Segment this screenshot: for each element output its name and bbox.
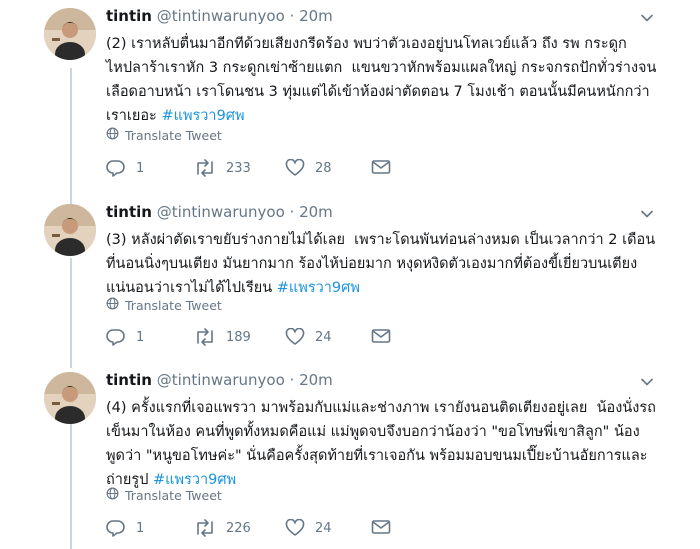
like-button[interactable]: 24: [285, 519, 332, 537]
separator-dot: ·: [289, 203, 295, 221]
tweet[interactable]: tintin @tintinwarunyoo · 20m (3) หลังผ่า…: [0, 196, 700, 366]
tweet-header: tintin @tintinwarunyoo · 20m: [106, 203, 333, 221]
globe-icon: [106, 297, 119, 313]
avatar[interactable]: [44, 8, 96, 60]
like-count: 28: [315, 160, 332, 176]
like-button[interactable]: 24: [285, 328, 332, 346]
avatar[interactable]: [44, 372, 96, 424]
retweet-button[interactable]: 233: [194, 159, 251, 177]
tweet-timestamp[interactable]: 20m: [299, 203, 333, 221]
like-count: 24: [315, 520, 332, 536]
reply-count: 1: [136, 160, 145, 176]
retweet-icon: [194, 519, 216, 537]
author-handle[interactable]: @tintinwarunyoo: [157, 371, 285, 389]
hashtag-link[interactable]: #แพรวา9ศพ: [153, 472, 236, 488]
hashtag-link[interactable]: #แพรวา9ศพ: [277, 280, 360, 296]
reply-button[interactable]: 1: [106, 328, 144, 346]
tweet-timestamp[interactable]: 20m: [299, 371, 333, 389]
reply-icon: [106, 328, 126, 346]
tweet-text: (2) เราหลับตื่นมาอีกทีด้วยเสียงกรีดร้อง …: [106, 32, 666, 128]
globe-icon: [106, 487, 119, 503]
tweet-text: (3) หลังผ่าตัดเราขยับร่างกายไม่ได้เลย เพ…: [106, 228, 666, 300]
chevron-down-icon[interactable]: [640, 206, 654, 220]
direct-message-button[interactable]: [371, 328, 391, 344]
retweet-count: 233: [226, 160, 251, 176]
author-name[interactable]: tintin: [106, 203, 152, 221]
tweet-header: tintin @tintinwarunyoo · 20m: [106, 371, 333, 389]
tweet[interactable]: tintin @tintinwarunyoo · 20m (4) ครั้งแร…: [0, 364, 700, 549]
reply-icon: [106, 519, 126, 537]
envelope-icon: [371, 328, 391, 344]
like-count: 24: [315, 329, 332, 345]
direct-message-button[interactable]: [371, 519, 391, 535]
heart-icon: [285, 519, 305, 537]
chevron-down-icon[interactable]: [640, 10, 654, 24]
avatar[interactable]: [44, 204, 96, 256]
author-name[interactable]: tintin: [106, 7, 152, 25]
author-handle[interactable]: @tintinwarunyoo: [157, 7, 285, 25]
retweet-count: 226: [226, 520, 251, 536]
tweet-header: tintin @tintinwarunyoo · 20m: [106, 7, 333, 25]
like-button[interactable]: 28: [285, 159, 332, 177]
reply-button[interactable]: 1: [106, 159, 144, 177]
reply-count: 1: [136, 329, 145, 345]
tweet-text: (4) ครั้งแรกที่เจอแพรวา มาพร้อมกับแม่และ…: [106, 396, 666, 492]
translate-tweet-link[interactable]: Translate Tweet: [106, 297, 222, 313]
chevron-down-icon[interactable]: [640, 374, 654, 388]
retweet-button[interactable]: 226: [194, 519, 251, 537]
tweet[interactable]: tintin @tintinwarunyoo · 20m (2) เราหลับ…: [0, 0, 700, 190]
retweet-count: 189: [226, 329, 251, 345]
translate-label: Translate Tweet: [125, 297, 222, 313]
tweet-timestamp[interactable]: 20m: [299, 7, 333, 25]
heart-icon: [285, 159, 305, 177]
translate-label: Translate Tweet: [125, 127, 222, 143]
retweet-icon: [194, 328, 216, 346]
author-name[interactable]: tintin: [106, 371, 152, 389]
author-handle[interactable]: @tintinwarunyoo: [157, 203, 285, 221]
reply-button[interactable]: 1: [106, 519, 144, 537]
separator-dot: ·: [289, 371, 295, 389]
globe-icon: [106, 127, 119, 143]
retweet-button[interactable]: 189: [194, 328, 251, 346]
translate-tweet-link[interactable]: Translate Tweet: [106, 487, 222, 503]
direct-message-button[interactable]: [371, 159, 391, 175]
envelope-icon: [371, 519, 391, 535]
hashtag-link[interactable]: #แพรวา9ศพ: [161, 108, 244, 124]
separator-dot: ·: [289, 7, 295, 25]
retweet-icon: [194, 159, 216, 177]
translate-tweet-link[interactable]: Translate Tweet: [106, 127, 222, 143]
reply-count: 1: [136, 520, 145, 536]
heart-icon: [285, 328, 305, 346]
reply-icon: [106, 159, 126, 177]
envelope-icon: [371, 159, 391, 175]
translate-label: Translate Tweet: [125, 487, 222, 503]
tweet-body: (3) หลังผ่าตัดเราขยับร่างกายไม่ได้เลย เพ…: [106, 232, 656, 296]
